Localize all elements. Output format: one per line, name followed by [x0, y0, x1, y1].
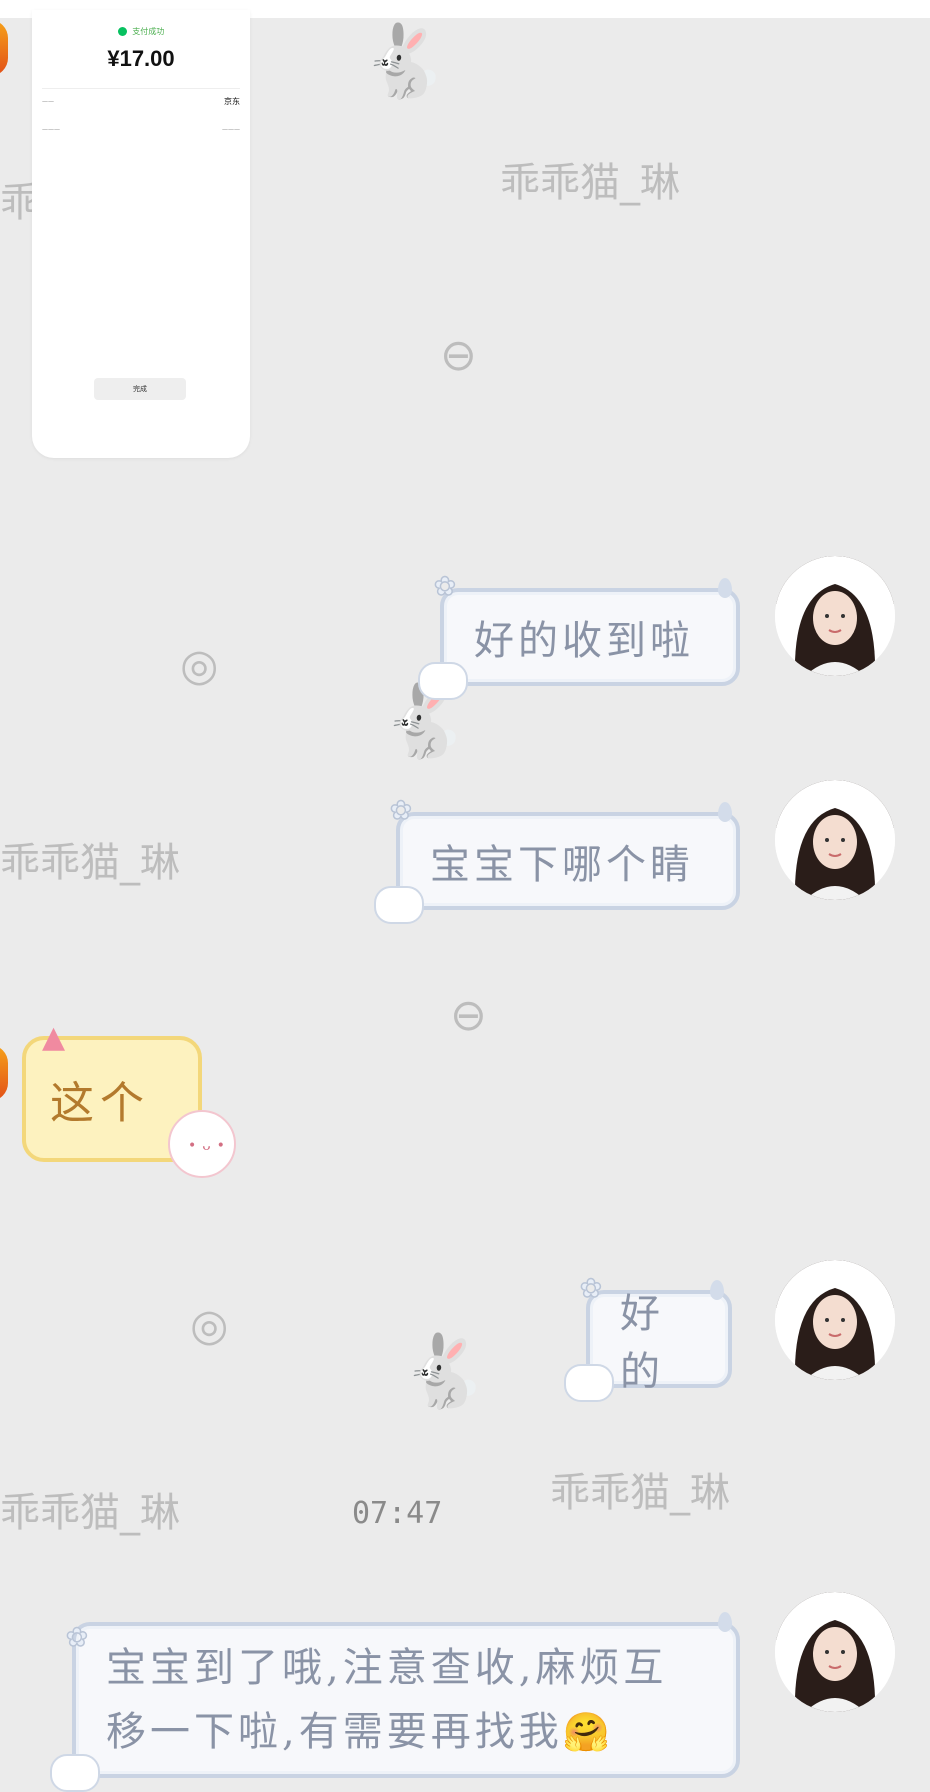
drop-icon — [718, 802, 732, 822]
message-bubble-incoming[interactable]: ▲ 这个 •ᴗ• — [22, 1020, 236, 1178]
drop-icon — [718, 578, 732, 598]
payment-receipt-image[interactable]: 支付成功 ¥17.00 —— 京东 ——— ——— 完成 — [32, 10, 250, 458]
message-bubble[interactable]: ✿ 宝宝到了哦,注意查收,麻烦互 移一下啦,有需要再找我🤗 — [50, 1612, 740, 1792]
success-check-icon — [117, 27, 127, 36]
bunny-sticker-icon — [50, 1754, 100, 1792]
merchant-name: 京东 — [224, 97, 240, 106]
portrait-icon — [775, 1592, 895, 1712]
portrait-icon — [775, 780, 895, 900]
message-bubble[interactable]: ✿ 好的收到啦 — [418, 571, 740, 700]
message-line: 移一下啦,有需要再找我🤗 — [106, 1709, 611, 1755]
flower-icon: ✿ — [65, 1622, 92, 1654]
done-button[interactable]: 完成 — [94, 378, 186, 400]
portrait-icon — [775, 556, 895, 676]
flower-icon: ✿ — [433, 571, 460, 603]
receipt-row-label: ——— — [42, 126, 60, 133]
drop-icon — [718, 1612, 732, 1632]
receipt-row-value: ——— — [222, 126, 240, 133]
user-avatar[interactable] — [775, 780, 895, 900]
payment-status: 支付成功 — [32, 26, 250, 37]
message-bubble[interactable]: ✿ 好的 — [564, 1273, 732, 1402]
bunny-sticker-icon — [564, 1364, 614, 1402]
bunny-sticker-icon — [418, 662, 468, 700]
user-avatar[interactable] — [775, 1260, 895, 1380]
payment-amount: ¥17.00 — [107, 46, 175, 71]
flower-icon: ✿ — [389, 795, 416, 827]
flower-icon: ✿ — [579, 1273, 606, 1305]
message-timestamp: 07:47 — [352, 1496, 443, 1531]
contact-avatar[interactable] — [0, 20, 8, 76]
portrait-icon — [775, 1260, 895, 1380]
user-avatar[interactable] — [775, 1592, 895, 1712]
contact-avatar[interactable] — [0, 1045, 8, 1101]
bunny-sticker-icon: •ᴗ• — [168, 1110, 236, 1178]
divider — [42, 88, 240, 89]
message-bubble[interactable]: ✿ 宝宝下哪个睛 — [374, 795, 740, 924]
party-hat-icon: ▲ — [42, 1020, 72, 1055]
receipt-row-label: —— — [42, 98, 54, 105]
hug-emoji-icon: 🤗 — [562, 1710, 611, 1754]
bunny-sticker-icon — [374, 886, 424, 924]
user-avatar[interactable] — [775, 556, 895, 676]
drop-icon — [710, 1280, 724, 1300]
